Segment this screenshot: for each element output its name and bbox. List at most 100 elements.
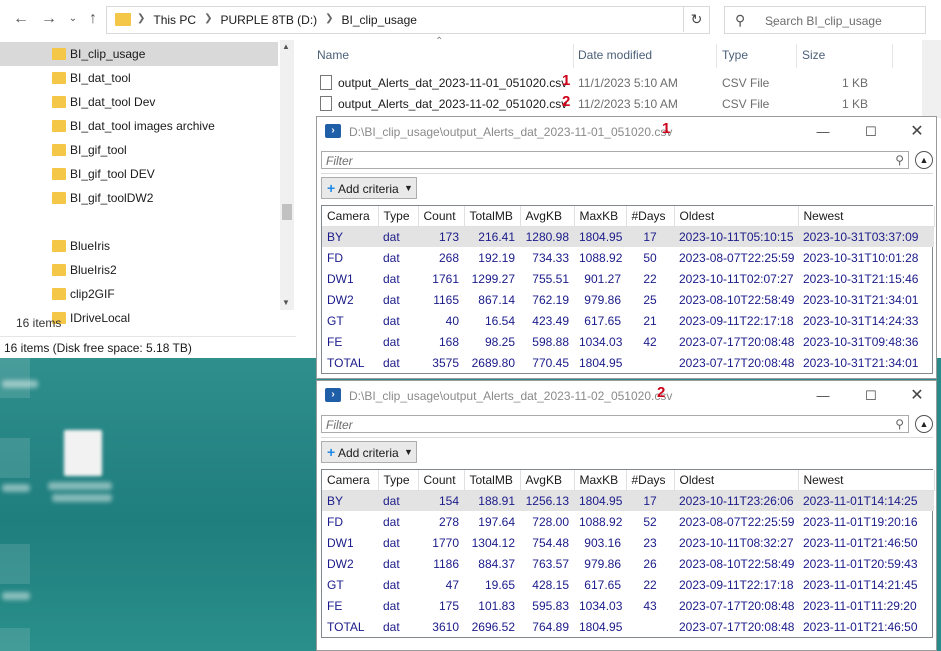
file-row[interactable]: output_Alerts_dat_2023-11-01_051020.csv … bbox=[316, 72, 916, 93]
cell-avgkb: 763.57 bbox=[532, 556, 569, 571]
file-list-scrollbar[interactable] bbox=[922, 40, 941, 118]
column-header-newest[interactable]: Newest bbox=[798, 206, 935, 227]
cell-newest: 2023-10-31T10:01:28 bbox=[803, 250, 919, 265]
refresh-icon[interactable]: ↻ bbox=[683, 6, 709, 32]
table-row[interactable]: TOTAL dat 3610 2696.52 764.89 1804.95 2023-07-… bbox=[322, 616, 934, 637]
column-header-name[interactable]: Name bbox=[317, 48, 349, 62]
folder-icon bbox=[52, 168, 66, 180]
table-row[interactable]: DW2 dat 1165 867.14 762.19 979.86 25 2023-08-10… bbox=[322, 289, 934, 310]
up-arrow-icon[interactable]: ↑ bbox=[82, 8, 104, 30]
scroll-down-arrow-icon[interactable]: ▼ bbox=[282, 298, 290, 307]
cell-totalmb: 1299.27 bbox=[471, 271, 515, 286]
column-header-size[interactable]: Size bbox=[802, 48, 825, 62]
divider bbox=[321, 173, 933, 174]
nav-item-bi-gif-tool[interactable]: BI_gif_tool bbox=[0, 138, 278, 162]
cell-totalmb: 101.83 bbox=[478, 598, 515, 613]
column-header-date[interactable]: Date modified bbox=[578, 48, 652, 62]
maximize-icon[interactable]: ☐ bbox=[861, 387, 881, 405]
nav-item-bi-gif-tooldw2[interactable]: BI_gif_toolDW2 bbox=[0, 186, 278, 210]
nav-scrollbar[interactable] bbox=[280, 40, 294, 310]
close-icon[interactable]: ✕ bbox=[907, 387, 927, 405]
nav-item-bi-dat-tool-dev[interactable]: BI_dat_tool Dev bbox=[0, 90, 278, 114]
column-header-avgkb[interactable]: AvgKB bbox=[520, 470, 575, 491]
nav-item-idrivelocal[interactable]: IDriveLocal bbox=[0, 306, 278, 325]
table-row[interactable]: DW1 dat 1770 1304.12 754.48 903.16 23 2023-10-1… bbox=[322, 532, 934, 553]
desktop-file-icon[interactable] bbox=[64, 430, 102, 476]
collapse-chevron-icon[interactable]: ▲ bbox=[915, 151, 933, 169]
nav-item-blueiris2[interactable]: BlueIris2 bbox=[0, 258, 278, 282]
recent-locations-chevron-icon[interactable]: ⌄ bbox=[62, 8, 84, 30]
column-divider[interactable] bbox=[796, 44, 797, 68]
nav-item-bi-gif-tool-dev[interactable]: BI_gif_tool DEV bbox=[0, 162, 278, 186]
title-bar[interactable]: › D:\BI_clip_usage\output_Alerts_dat_202… bbox=[317, 381, 936, 411]
column-header-type[interactable]: Type bbox=[378, 470, 419, 491]
column-header-count[interactable]: Count bbox=[418, 470, 465, 491]
table-row[interactable]: TOTAL dat 3575 2689.80 770.45 1804.95 2023-07-… bbox=[322, 352, 934, 373]
add-criteria-button[interactable]: + Add criteria ▼ bbox=[321, 177, 417, 199]
column-header-days[interactable]: #Days bbox=[626, 470, 675, 491]
search-icon[interactable]: ⚲ bbox=[895, 417, 904, 431]
table-row[interactable]: DW1 dat 1761 1299.27 755.51 901.27 22 2023-10-1… bbox=[322, 268, 934, 289]
column-header-avgkb[interactable]: AvgKB bbox=[520, 206, 575, 227]
nav-item-blueiris[interactable]: BlueIris bbox=[0, 234, 278, 258]
column-header-oldest[interactable]: Oldest bbox=[674, 470, 799, 491]
address-bar[interactable]: ❯ This PC ❯ PURPLE 8TB (D:) ❯ BI_clip_us… bbox=[106, 6, 777, 34]
table-row[interactable]: BY dat 173 216.41 1280.98 1804.95 17 2023-10-11… bbox=[322, 226, 934, 247]
minimize-icon[interactable]: — bbox=[813, 123, 833, 141]
scroll-up-arrow-icon[interactable]: ▲ bbox=[282, 42, 290, 51]
column-divider[interactable] bbox=[892, 44, 893, 68]
desktop-icon-partial[interactable] bbox=[0, 358, 30, 398]
nav-item-bi-dat-tool[interactable]: BI_dat_tool bbox=[0, 66, 278, 90]
search-icon[interactable]: ⚲ bbox=[895, 153, 904, 167]
column-header-camera[interactable]: Camera bbox=[322, 470, 379, 491]
column-header-camera[interactable]: Camera bbox=[322, 206, 379, 227]
nav-item-bi-dat-tool-images-archive[interactable]: BI_dat_tool images archive bbox=[0, 114, 278, 138]
desktop-icon-partial[interactable] bbox=[0, 438, 30, 478]
search-input[interactable]: ⚲ Search BI_clip_usage bbox=[724, 6, 926, 34]
nav-item-clip2gif[interactable]: clip2GIF bbox=[0, 282, 278, 306]
maximize-icon[interactable]: ☐ bbox=[861, 123, 881, 141]
chevron-right-icon[interactable]: ❯ bbox=[325, 13, 333, 27]
table-row[interactable]: FD dat 268 192.19 734.33 1088.92 50 2023-08-07T… bbox=[322, 247, 934, 268]
filter-input[interactable]: Filter ⚲ bbox=[321, 151, 909, 169]
cell-newest: 2023-11-01T19:20:16 bbox=[803, 514, 918, 529]
collapse-chevron-icon[interactable]: ▲ bbox=[915, 415, 933, 433]
table-row[interactable]: DW2 dat 1186 884.37 763.57 979.86 26 2023-08-10… bbox=[322, 553, 934, 574]
column-header-count[interactable]: Count bbox=[418, 206, 465, 227]
breadcrumb-item[interactable]: This PC bbox=[153, 13, 196, 27]
title-bar[interactable]: › D:\BI_clip_usage\output_Alerts_dat_202… bbox=[317, 117, 936, 147]
table-row[interactable]: FD dat 278 197.64 728.00 1088.92 52 2023-08-07T… bbox=[322, 511, 934, 532]
table-row[interactable]: GT dat 47 19.65 428.15 617.65 22 2023-09-11T22:… bbox=[322, 574, 934, 595]
filter-input[interactable]: Filter ⚲ bbox=[321, 415, 909, 433]
table-row[interactable]: BY dat 154 188.91 1256.13 1804.95 17 2023-10-11… bbox=[322, 490, 934, 511]
file-row[interactable]: output_Alerts_dat_2023-11-02_051020.csv … bbox=[316, 93, 916, 114]
column-header-totalmb[interactable]: TotalMB bbox=[464, 206, 521, 227]
desktop-icon-partial[interactable] bbox=[0, 628, 30, 651]
column-header-type[interactable]: Type bbox=[378, 206, 419, 227]
table-row[interactable]: GT dat 40 16.54 423.49 617.65 21 2023-09-11T22:… bbox=[322, 310, 934, 331]
cell-oldest: 2023-07-17T20:08:48 bbox=[679, 619, 795, 634]
nav-item-bi-clip-usage[interactable]: BI_clip_usage bbox=[0, 42, 278, 66]
column-header-oldest[interactable]: Oldest bbox=[674, 206, 799, 227]
column-header-type[interactable]: Type bbox=[722, 48, 748, 62]
back-arrow-icon[interactable]: ← bbox=[10, 8, 32, 30]
desktop-icon-label-blurred bbox=[2, 592, 30, 600]
breadcrumb-item[interactable]: BI_clip_usage bbox=[342, 13, 417, 27]
table-row[interactable]: FE dat 175 101.83 595.83 1034.03 43 2023-07-17T… bbox=[322, 595, 934, 616]
forward-arrow-icon[interactable]: → bbox=[38, 8, 60, 30]
column-header-newest[interactable]: Newest bbox=[798, 470, 935, 491]
column-divider[interactable] bbox=[573, 44, 574, 68]
add-criteria-button[interactable]: + Add criteria ▼ bbox=[321, 441, 417, 463]
chevron-right-icon[interactable]: ❯ bbox=[204, 13, 212, 27]
desktop-icon-partial[interactable] bbox=[0, 544, 30, 584]
table-row[interactable]: FE dat 168 98.25 598.88 1034.03 42 2023-07-17T2… bbox=[322, 331, 934, 352]
breadcrumb-item[interactable]: PURPLE 8TB (D:) bbox=[220, 13, 317, 27]
close-icon[interactable]: ✕ bbox=[907, 123, 927, 141]
column-header-maxkb[interactable]: MaxKB bbox=[574, 206, 627, 227]
nav-scrollbar-thumb[interactable] bbox=[282, 204, 292, 220]
column-divider[interactable] bbox=[716, 44, 717, 68]
column-header-maxkb[interactable]: MaxKB bbox=[574, 470, 627, 491]
column-header-totalmb[interactable]: TotalMB bbox=[464, 470, 521, 491]
column-header-days[interactable]: #Days bbox=[626, 206, 675, 227]
minimize-icon[interactable]: — bbox=[813, 387, 833, 405]
